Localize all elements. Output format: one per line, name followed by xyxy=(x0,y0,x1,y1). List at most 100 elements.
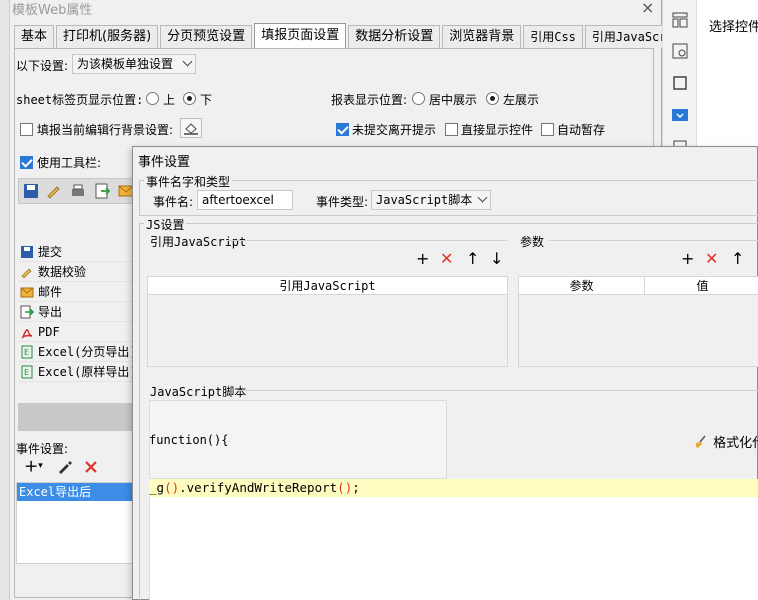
params-label: 参数 xyxy=(520,235,545,249)
unsubmitted-checkbox[interactable] xyxy=(336,123,349,136)
excel-icon: E xyxy=(21,345,33,359)
code-token-semicolon: ; xyxy=(352,480,360,495)
use-toolbar-label: 使用工具栏: xyxy=(37,156,102,170)
paint-bucket-button[interactable] xyxy=(180,118,202,138)
list-item-label: 导出 xyxy=(38,305,63,319)
add-event-button[interactable]: +▾ xyxy=(24,458,43,476)
broom-icon xyxy=(695,435,706,448)
divider xyxy=(238,390,758,391)
select-control-label: 选择控件 xyxy=(709,20,758,35)
list-item[interactable]: 导出 xyxy=(18,302,134,322)
export-icon[interactable] xyxy=(93,182,111,200)
add-ref-button[interactable]: + xyxy=(416,251,429,267)
pencil-check-icon xyxy=(21,268,32,279)
settings-select[interactable]: 为该模板单独设置 xyxy=(72,54,196,74)
event-type-label: 事件类型: xyxy=(316,195,369,209)
auto-save-label: 自动暂存 xyxy=(557,123,606,137)
list-item-label: 提交 xyxy=(38,245,63,259)
close-icon[interactable]: × xyxy=(641,0,654,17)
code-paren: () xyxy=(164,480,180,495)
list-item[interactable]: 数据校验 xyxy=(18,262,134,282)
list-item[interactable]: E Excel(原样导出) xyxy=(18,362,137,382)
radio-sheet-bottom[interactable] xyxy=(183,92,196,105)
delete-ref-icon[interactable]: ✕ xyxy=(440,251,453,267)
square-icon[interactable] xyxy=(672,75,688,91)
list-item[interactable]: 提交 xyxy=(18,242,134,262)
list-item-label: 数据校验 xyxy=(38,265,87,279)
save-icon[interactable] xyxy=(22,182,40,200)
tab-page-preview[interactable]: 分页预览设置 xyxy=(160,25,253,48)
pencil-icon[interactable] xyxy=(45,182,63,200)
dropdown-widget-icon[interactable] xyxy=(672,107,688,123)
code-line-function: function(){ xyxy=(149,433,229,447)
param-move-up-icon[interactable]: ↑ xyxy=(731,251,744,267)
format-code-button[interactable]: 格式化代码 xyxy=(693,432,758,451)
tab-browser-bg[interactable]: 浏览器背景 xyxy=(442,25,522,48)
edit-pencil-icon[interactable] xyxy=(57,460,73,474)
delete-param-icon[interactable]: ✕ xyxy=(705,251,718,267)
list-item-label: PDF xyxy=(38,325,60,339)
tab-bar: 基本 打印机(服务器) 分页预览设置 填报页面设置 数据分析设置 浏览器背景 引… xyxy=(14,23,697,48)
auto-save-checkbox[interactable] xyxy=(541,123,554,136)
radio-center[interactable] xyxy=(412,92,425,105)
event-item-selected[interactable]: Excel导出后 xyxy=(17,483,133,501)
code-token-method: .verifyAndWriteReport xyxy=(179,480,338,495)
tab-data-analysis[interactable]: 数据分析设置 xyxy=(348,25,441,48)
code-editor[interactable] xyxy=(149,497,758,600)
fill-bg-label: 填报当前编辑行背景设置: xyxy=(37,123,174,137)
dialog-title: 模板Web属性 xyxy=(12,3,93,18)
radio-sheet-bottom-label: 下 xyxy=(200,93,213,107)
dialog-title: 事件设置 xyxy=(138,155,191,170)
settings-label: 以下设置: xyxy=(16,59,69,73)
divider xyxy=(549,240,758,241)
radio-center-label: 居中展示 xyxy=(429,93,478,107)
tab-basic[interactable]: 基本 xyxy=(14,25,55,48)
svg-text:E: E xyxy=(24,348,29,357)
tab-ref-css[interactable]: 引用Css xyxy=(523,25,583,48)
delete-event-icon[interactable] xyxy=(84,460,98,474)
event-settings-dialog: 事件设置 事件名字和类型 事件名: aftertoexcel 事件类型: Jav… xyxy=(132,146,758,600)
radio-sheet-top[interactable] xyxy=(146,92,159,105)
report-pos-label: 报表显示位置: xyxy=(331,93,408,107)
event-type-value: JavaScript脚本 xyxy=(376,193,473,207)
svg-text:E: E xyxy=(24,368,29,377)
list-item[interactable]: PDF xyxy=(18,322,134,342)
use-toolbar-checkbox[interactable] xyxy=(20,156,33,169)
excel-icon: E xyxy=(21,365,33,379)
left-edge-bar xyxy=(0,0,10,600)
direct-show-label: 直接显示控件 xyxy=(461,123,534,137)
divider xyxy=(227,240,507,241)
code-line-highlighted[interactable]: _g().verifyAndWriteReport(); xyxy=(149,479,758,497)
radio-left-label: 左展示 xyxy=(503,93,540,107)
tab-fill-page[interactable]: 填报页面设置 xyxy=(254,23,347,48)
ref-js-label: 引用JavaScript xyxy=(150,235,247,249)
toolbar-item-list: 提交 数据校验 邮件 导出 PDF E Excel(分页导出) E Excel(… xyxy=(18,242,137,382)
fill-bg-checkbox[interactable] xyxy=(20,123,33,136)
move-down-icon[interactable]: ↓ xyxy=(490,251,503,267)
code-paren: () xyxy=(337,480,353,495)
toolbar-preview xyxy=(18,178,134,204)
move-up-icon[interactable]: ↑ xyxy=(466,251,479,267)
list-item[interactable]: E Excel(分页导出) xyxy=(18,342,137,362)
chevron-down-icon xyxy=(477,192,488,203)
name-type-group-title: 事件名字和类型 xyxy=(144,173,233,190)
sheet-pos-label: sheet标签页显示位置: xyxy=(16,93,144,107)
event-name-input[interactable]: aftertoexcel xyxy=(197,190,293,210)
list-scroll-area xyxy=(18,403,134,431)
add-param-button[interactable]: + xyxy=(681,251,694,267)
layout-icon[interactable] xyxy=(672,12,688,28)
ref-js-column-header: 引用JavaScript xyxy=(148,277,507,295)
radio-left[interactable] xyxy=(486,92,499,105)
value-column-header: 值 xyxy=(645,277,758,295)
event-type-select[interactable]: JavaScript脚本 xyxy=(371,190,491,210)
unsubmitted-label: 未提交离开提示 xyxy=(352,123,437,137)
settings-grid-icon[interactable] xyxy=(672,43,688,59)
js-settings-group-title: JS设置 xyxy=(144,216,187,233)
tab-printer[interactable]: 打印机(服务器) xyxy=(56,25,159,48)
event-settings-label: 事件设置: xyxy=(16,442,69,456)
list-item[interactable]: 邮件 xyxy=(18,282,134,302)
print-icon[interactable] xyxy=(69,182,87,200)
direct-show-checkbox[interactable] xyxy=(445,123,458,136)
chevron-down-icon xyxy=(182,56,193,67)
params-column-header: 参数 xyxy=(519,277,645,295)
